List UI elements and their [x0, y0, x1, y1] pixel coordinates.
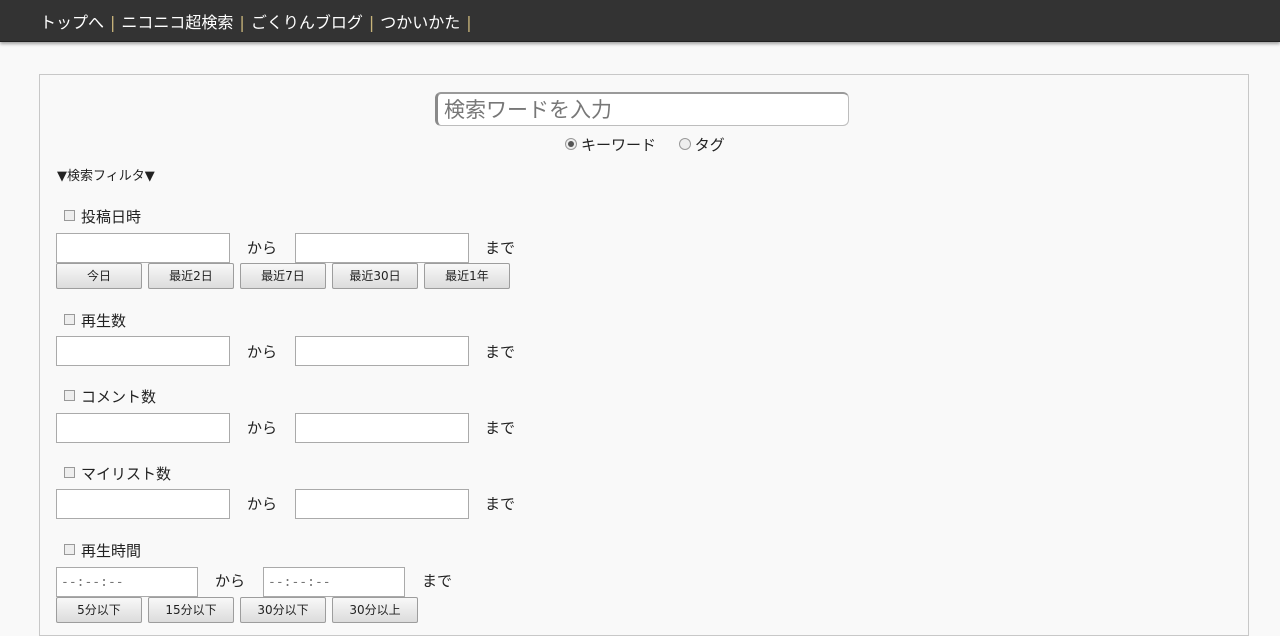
mylist-count-from-input[interactable]: [56, 489, 230, 519]
section-title-duration[interactable]: 再生時間: [64, 540, 141, 561]
checkbox-view-count[interactable]: [64, 314, 75, 325]
checkbox-duration[interactable]: [64, 544, 75, 555]
nav-link-howto[interactable]: つかいかた: [380, 13, 460, 32]
nav-link-blog[interactable]: ごくりんブログ: [251, 13, 363, 32]
nav-link-top[interactable]: トップへ: [40, 13, 104, 32]
mylist-count-to-input[interactable]: [295, 489, 469, 519]
top-nav-bar: トップへ | ニコニコ超検索 | ごくりんブログ | つかいかた |: [0, 0, 1280, 42]
duration-from-input[interactable]: [56, 567, 198, 597]
section-title-post-date[interactable]: 投稿日時: [64, 206, 141, 227]
nav-separator: |: [110, 13, 116, 32]
button-last-1-year[interactable]: 最近1年: [424, 263, 510, 289]
button-under-30-min[interactable]: 30分以下: [240, 597, 326, 623]
nav-separator: |: [466, 13, 472, 32]
section-label: マイリスト数: [81, 465, 172, 483]
section-label: 再生数: [81, 312, 127, 330]
section-label: コメント数: [81, 388, 157, 406]
view-count-from-input[interactable]: [56, 336, 230, 366]
search-input[interactable]: [435, 92, 849, 126]
button-over-30-min[interactable]: 30分以上: [332, 597, 418, 623]
search-panel: キーワード タグ ▼検索フィルタ▼ 投稿日時 から まで 今日 最近2日 最近7…: [39, 74, 1249, 636]
duration-to-input[interactable]: [263, 567, 405, 597]
to-label: まで: [422, 572, 453, 590]
nav-separator: |: [368, 13, 375, 32]
filter-toggle[interactable]: ▼検索フィルタ▼: [57, 165, 155, 184]
search-mode-group: キーワード タグ: [565, 134, 743, 155]
checkbox-comment-count[interactable]: [64, 390, 75, 401]
nav-separator: |: [239, 13, 245, 32]
post-date-from-input[interactable]: [56, 233, 230, 263]
to-label: まで: [485, 495, 516, 513]
to-label: まで: [485, 239, 516, 257]
radio-keyword[interactable]: [565, 137, 577, 150]
nav-link-super-search[interactable]: ニコニコ超検索: [121, 13, 233, 32]
button-today[interactable]: 今日: [56, 263, 142, 289]
comment-count-to-input[interactable]: [295, 413, 469, 443]
to-label: まで: [485, 419, 516, 437]
button-under-15-min[interactable]: 15分以下: [148, 597, 234, 623]
section-label: 投稿日時: [81, 208, 142, 226]
radio-tag[interactable]: [678, 137, 691, 150]
from-label: から: [247, 239, 278, 257]
to-label: まで: [485, 343, 516, 361]
nav-links: トップへ | ニコニコ超検索 | ごくりんブログ | つかいかた |: [40, 9, 478, 33]
comment-count-from-input[interactable]: [56, 413, 230, 443]
section-title-comment-count[interactable]: コメント数: [64, 386, 156, 407]
button-last-2-days[interactable]: 最近2日: [148, 263, 234, 289]
post-date-to-input[interactable]: [295, 233, 469, 263]
radio-tag-label[interactable]: タグ: [695, 136, 725, 154]
section-label: 再生時間: [81, 542, 142, 560]
from-label: から: [247, 343, 278, 361]
from-label: から: [247, 495, 278, 513]
radio-keyword-label[interactable]: キーワード: [581, 136, 656, 154]
checkbox-mylist-count[interactable]: [64, 467, 75, 478]
checkbox-post-date[interactable]: [64, 210, 75, 221]
from-label: から: [215, 572, 246, 590]
button-under-5-min[interactable]: 5分以下: [56, 597, 142, 623]
from-label: から: [247, 419, 278, 437]
section-title-view-count[interactable]: 再生数: [64, 310, 126, 331]
button-last-30-days[interactable]: 最近30日: [332, 263, 418, 289]
button-last-7-days[interactable]: 最近7日: [240, 263, 326, 289]
view-count-to-input[interactable]: [295, 336, 469, 366]
section-title-mylist-count[interactable]: マイリスト数: [64, 463, 171, 484]
